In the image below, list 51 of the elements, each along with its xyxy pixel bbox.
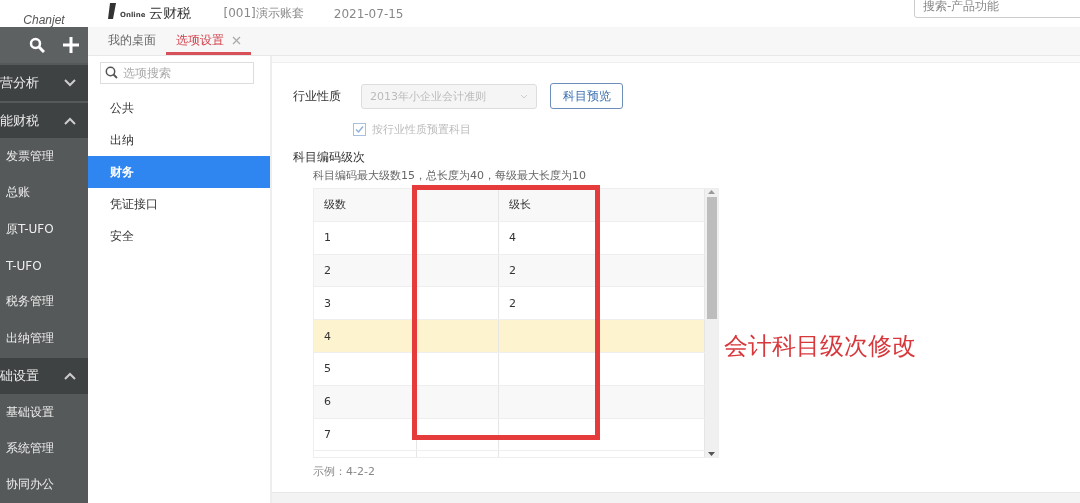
table-cell: 3 [314,287,417,320]
sidebar-item[interactable]: 发票管理 [0,138,88,175]
scroll-down-icon[interactable] [708,451,715,457]
table-row[interactable]: 1 4 [314,221,705,255]
table-cell: 4 [314,320,417,352]
sidebar-group[interactable]: 营分析 [0,64,88,101]
option-search-field[interactable]: 选项搜索 [100,62,254,84]
tab[interactable]: 选项设置 [166,29,251,55]
option-item[interactable]: 公共 [88,92,270,124]
search-icon [105,66,118,79]
section-title: 科目编码级次 [293,149,366,166]
sidebar-item[interactable]: T-UFO [0,247,88,284]
chevron-up-icon[interactable] [64,372,76,381]
annotation-text: 会计科目级次修改 [724,331,916,362]
search-icon[interactable] [28,36,45,53]
sidebar-item[interactable]: 税务管理 [0,283,88,320]
option-item[interactable]: 安全 [88,220,270,252]
account-name: [001]演示账套 [223,5,304,22]
date-text: 2021-07-15 [333,6,404,21]
sidebar-item[interactable]: 基础设置 [0,394,88,431]
table-row[interactable]: 6 [314,385,705,419]
caret-icon [520,93,528,99]
table-row[interactable]: 5 [314,353,705,386]
table-row[interactable]: 2 2 [314,254,705,288]
tab[interactable]: 我的桌面 [98,29,166,55]
plus-icon[interactable] [61,35,80,54]
column-header: 级数 [314,189,417,221]
table-row[interactable]: 4 [314,320,705,353]
sidebar-group[interactable]: 能财税 [0,102,88,139]
preview-button[interactable]: 科目预览 [550,83,623,109]
sidebar-item[interactable]: 原T-UFO [0,211,88,248]
example-text: 示例：4-2-2 [313,464,376,479]
sidebar-group[interactable]: 础设置 [0,358,88,395]
section-note: 科目编码最大级数15，总长度为40，每级最大长度为10 [313,168,587,183]
chevron-down-icon[interactable] [64,78,76,87]
sidebar-item[interactable]: 协同办公 [0,466,88,503]
sidebar-item[interactable]: 总账 [0,174,88,212]
sidebar-item[interactable]: 出纳管理 [0,320,88,357]
option-item[interactable]: 财务 [88,156,270,188]
table-cell: 5 [314,353,417,385]
logo-text: Chanjet [23,13,65,27]
product-name: 云财税 [149,7,192,19]
sidebar-item[interactable]: 系统管理 [0,430,88,467]
chevron-up-icon[interactable] [64,116,76,125]
option-item[interactable]: 凭证接口 [88,188,270,220]
option-item[interactable]: 出纳 [88,124,270,156]
scrollbar[interactable] [705,189,718,457]
search-field[interactable]: 搜索-产品功能 [914,0,1080,18]
logo-icon [108,3,116,19]
field-label: 行业性质 [293,87,342,105]
table-row[interactable]: 3 2 [314,287,705,321]
